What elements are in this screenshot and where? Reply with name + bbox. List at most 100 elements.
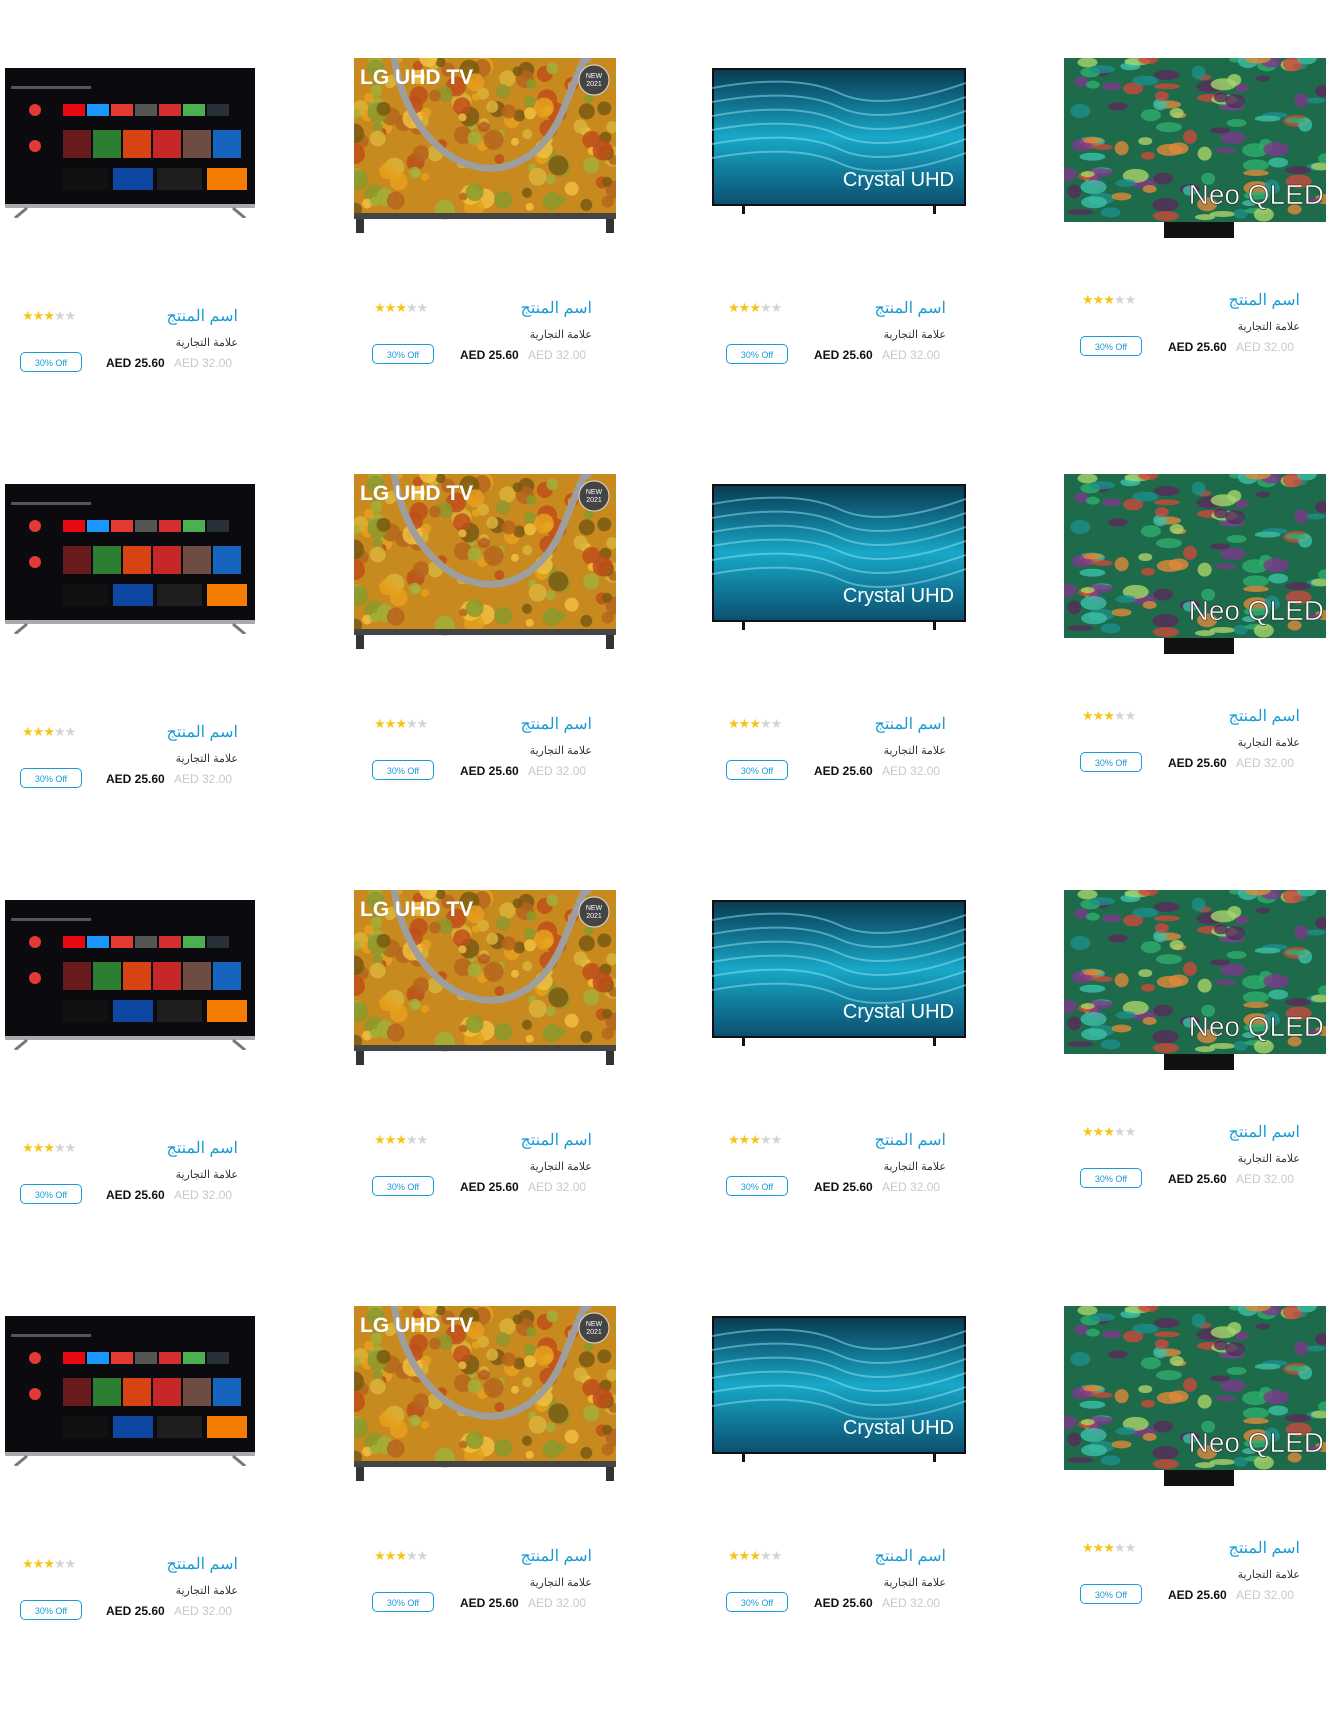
- product-card[interactable]: Neo QLED اسم المنتج علامة التجارية ★★★★★ 30%…: [1062, 1306, 1326, 1636]
- android-tv-screen-icon[interactable]: [5, 68, 255, 218]
- product-name[interactable]: اسم المنتج: [521, 298, 593, 318]
- product-card[interactable]: LG UHD TV NEW 2021 اسم المنتج علامة التجارية…: [354, 1306, 616, 1636]
- star-icon: ★: [384, 300, 397, 315]
- svg-text:NEW: NEW: [586, 489, 603, 496]
- product-card[interactable]: Crystal UHD اسم المنتج علامة التجارية ★★★★★…: [708, 58, 968, 388]
- product-card[interactable]: LG UHD TV NEW 2021 اسم المنتج علامة التجارية…: [354, 474, 616, 804]
- star-icon: ★: [1103, 1124, 1115, 1139]
- product-card[interactable]: LG UHD TV NEW 2021 اسم المنتج علامة التجارية…: [354, 58, 616, 388]
- svg-text:LG UHD TV: LG UHD TV: [360, 1314, 473, 1337]
- star-icon: ★: [53, 1140, 66, 1155]
- discount-badge[interactable]: 30% Off: [372, 1592, 434, 1612]
- product-card[interactable]: اسم المنتج علامة التجارية ★★★★★ 30% Off AED …: [0, 474, 260, 804]
- product-card[interactable]: Neo QLED اسم المنتج علامة التجارية ★★★★★ 30%…: [1062, 474, 1326, 804]
- discount-badge[interactable]: 30% Off: [372, 344, 434, 364]
- product-card[interactable]: اسم المنتج علامة التجارية ★★★★★ 30% Off AED …: [0, 58, 260, 388]
- old-price: AED 32.00: [528, 764, 587, 778]
- crystal-wave-screen-icon[interactable]: Crystal UHD: [712, 484, 966, 634]
- discount-badge[interactable]: 30% Off: [726, 344, 788, 364]
- crystal-wave-screen-icon[interactable]: Crystal UHD: [712, 68, 966, 218]
- rating-stars: ★★★★★: [374, 716, 428, 732]
- old-price: AED 32.00: [1236, 340, 1295, 354]
- product-name[interactable]: اسم المنتج: [521, 1546, 593, 1566]
- product-name[interactable]: اسم المنتج: [1229, 290, 1301, 310]
- lg-forest-screen-icon[interactable]: LG UHD TV NEW2021: [354, 1306, 616, 1481]
- discount-badge[interactable]: 30% Off: [726, 1176, 788, 1196]
- rating-stars: ★★★★★: [728, 1132, 782, 1148]
- product-name[interactable]: اسم المنتج: [1229, 1538, 1301, 1558]
- discount-badge[interactable]: 30% Off: [1080, 336, 1142, 356]
- product-name[interactable]: اسم المنتج: [521, 714, 593, 734]
- product-name[interactable]: اسم المنتج: [1229, 706, 1301, 726]
- star-icon: ★: [728, 1132, 740, 1147]
- discount-badge[interactable]: 30% Off: [1080, 1168, 1142, 1188]
- lg-forest-screen-icon[interactable]: LG UHD TV NEW2021: [354, 890, 616, 1065]
- product-card[interactable]: LG UHD TV NEW 2021 اسم المنتج علامة التجارية…: [354, 890, 616, 1220]
- star-icon: ★: [395, 1548, 407, 1563]
- star-icon: ★: [374, 1548, 386, 1563]
- android-tv-screen-icon[interactable]: [5, 484, 255, 634]
- svg-text:NEW: NEW: [586, 73, 603, 80]
- product-card[interactable]: Neo QLED اسم المنتج علامة التجارية ★★★★★ 30%…: [1062, 890, 1326, 1220]
- product-card[interactable]: اسم المنتج علامة التجارية ★★★★★ 30% Off AED …: [0, 890, 260, 1220]
- discount-badge[interactable]: 30% Off: [20, 1600, 82, 1620]
- svg-text:Neo QLED: Neo QLED: [1189, 1427, 1324, 1458]
- discount-badge[interactable]: 30% Off: [726, 1592, 788, 1612]
- star-icon: ★: [770, 300, 783, 315]
- product-brand: علامة التجارية: [175, 337, 238, 349]
- product-name[interactable]: اسم المنتج: [875, 1130, 947, 1150]
- product-card[interactable]: Crystal UHD اسم المنتج علامة التجارية ★★★★★…: [708, 474, 968, 804]
- crystal-wave-screen-icon[interactable]: Crystal UHD: [712, 900, 966, 1050]
- star-icon: ★: [1124, 1124, 1137, 1139]
- neo-abstract-screen-icon[interactable]: Neo QLED: [1064, 474, 1326, 654]
- lg-forest-screen-icon[interactable]: LG UHD TV NEW2021: [354, 474, 616, 649]
- product-name[interactable]: اسم المنتج: [875, 1546, 947, 1566]
- star-icon: ★: [759, 1548, 772, 1563]
- discount-badge[interactable]: 30% Off: [1080, 1584, 1142, 1604]
- product-name[interactable]: اسم المنتج: [167, 306, 239, 326]
- star-icon: ★: [1113, 1124, 1126, 1139]
- svg-text:Neo QLED: Neo QLED: [1189, 595, 1324, 626]
- product-name[interactable]: اسم المنتج: [167, 1554, 239, 1574]
- neo-abstract-screen-icon[interactable]: Neo QLED: [1064, 58, 1326, 238]
- product-name[interactable]: اسم المنتج: [521, 1130, 593, 1150]
- android-tv-screen-icon[interactable]: [5, 900, 255, 1050]
- current-price: AED 25.60: [106, 1188, 165, 1202]
- star-icon: ★: [374, 716, 386, 731]
- star-icon: ★: [1082, 292, 1094, 307]
- current-price: AED 25.60: [460, 1180, 519, 1194]
- discount-badge[interactable]: 30% Off: [20, 352, 82, 372]
- discount-badge[interactable]: 30% Off: [20, 768, 82, 788]
- svg-text:Crystal UHD: Crystal UHD: [843, 1417, 954, 1439]
- old-price: AED 32.00: [174, 1188, 233, 1202]
- old-price: AED 32.00: [528, 1180, 587, 1194]
- product-card[interactable]: Crystal UHD اسم المنتج علامة التجارية ★★★★★…: [708, 890, 968, 1220]
- lg-forest-screen-icon[interactable]: LG UHD TV NEW2021: [354, 58, 616, 233]
- svg-text:Crystal UHD: Crystal UHD: [843, 1001, 954, 1023]
- star-icon: ★: [405, 1548, 418, 1563]
- product-name[interactable]: اسم المنتج: [875, 714, 947, 734]
- star-icon: ★: [738, 300, 751, 315]
- product-name[interactable]: اسم المنتج: [167, 1138, 239, 1158]
- rating-stars: ★★★★★: [1082, 1540, 1136, 1556]
- star-icon: ★: [1113, 1540, 1126, 1555]
- product-name[interactable]: اسم المنتج: [875, 298, 947, 318]
- discount-badge[interactable]: 30% Off: [1080, 752, 1142, 772]
- rating-stars: ★★★★★: [1082, 708, 1136, 724]
- neo-abstract-screen-icon[interactable]: Neo QLED: [1064, 1306, 1326, 1486]
- discount-badge[interactable]: 30% Off: [372, 1176, 434, 1196]
- product-name[interactable]: اسم المنتج: [167, 722, 239, 742]
- product-card[interactable]: اسم المنتج علامة التجارية ★★★★★ 30% Off AED …: [0, 1306, 260, 1636]
- discount-badge[interactable]: 30% Off: [20, 1184, 82, 1204]
- discount-badge[interactable]: 30% Off: [372, 760, 434, 780]
- star-icon: ★: [64, 1140, 77, 1155]
- discount-badge[interactable]: 30% Off: [726, 760, 788, 780]
- neo-abstract-screen-icon[interactable]: Neo QLED: [1064, 890, 1326, 1070]
- product-card[interactable]: Neo QLED اسم المنتج علامة التجارية ★★★★★ 30%…: [1062, 58, 1326, 388]
- product-card[interactable]: Crystal UHD اسم المنتج علامة التجارية ★★★★★…: [708, 1306, 968, 1636]
- crystal-wave-screen-icon[interactable]: Crystal UHD: [712, 1316, 966, 1466]
- product-name[interactable]: اسم المنتج: [1229, 1122, 1301, 1142]
- star-icon: ★: [728, 1548, 740, 1563]
- product-brand: علامة التجارية: [529, 1577, 592, 1589]
- android-tv-screen-icon[interactable]: [5, 1316, 255, 1466]
